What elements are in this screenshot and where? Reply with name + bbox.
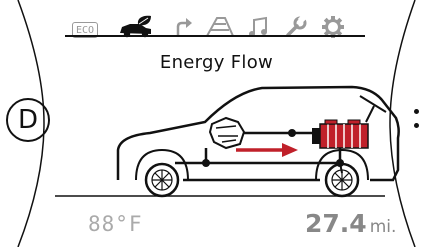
energy-flow-screen: ECO Energy Flow D 88°F 27.4 mi. — [0, 0, 433, 247]
energy-flow-arrow — [236, 143, 298, 157]
outside-temperature: 88°F — [88, 212, 143, 236]
battery-icon — [312, 119, 369, 149]
trip-range: 27.4 mi. — [305, 209, 396, 238]
front-wheel-icon — [144, 162, 180, 198]
range-value: 27.4 — [305, 209, 367, 238]
range-unit: mi. — [369, 217, 397, 237]
motor-icon — [208, 116, 246, 150]
